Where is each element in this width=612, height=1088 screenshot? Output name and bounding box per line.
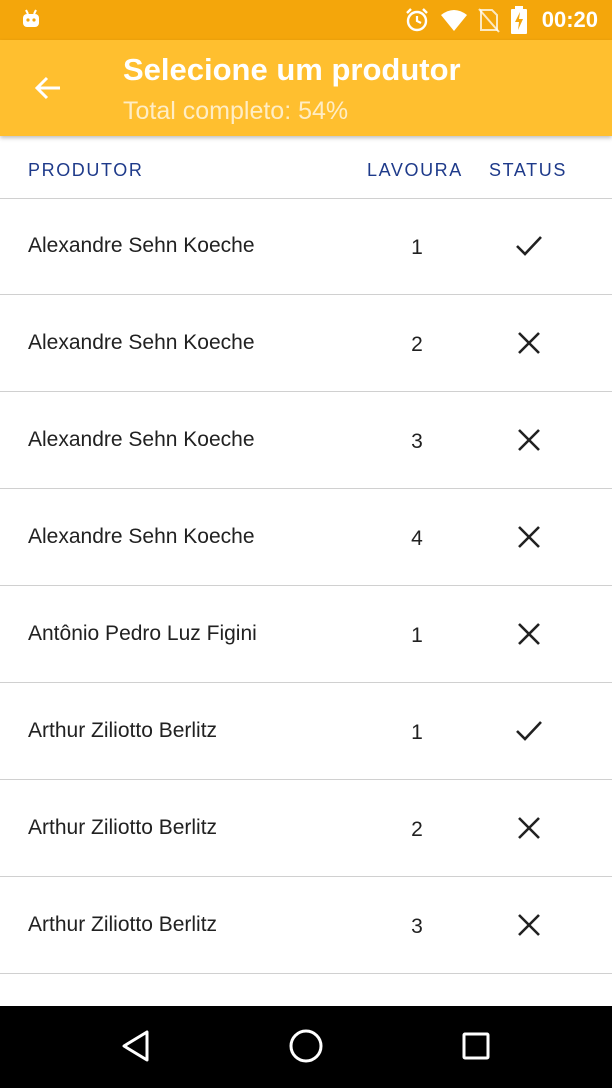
- back-triangle-icon: [122, 1030, 149, 1062]
- nav-recents-button[interactable]: [456, 1026, 496, 1066]
- arrow-back-icon: [34, 76, 60, 100]
- recents-square-icon: [462, 1032, 490, 1060]
- table-row[interactable]: Alexandre Sehn Koeche 3: [0, 392, 612, 489]
- android-icon: [23, 9, 39, 27]
- close-icon: [518, 332, 540, 354]
- column-header-lavoura: LAVOURA: [367, 160, 463, 180]
- app-bar: Selecione um produtor Total completo: 54…: [0, 40, 612, 136]
- lavoura-number: 1: [411, 721, 423, 744]
- nav-back-button[interactable]: [116, 1026, 156, 1066]
- table-row[interactable]: Arthur Ziliotto Berlitz 3: [0, 877, 612, 974]
- column-header-produtor: PRODUTOR: [28, 160, 144, 180]
- no-sim-icon: [477, 8, 500, 33]
- alarm-icon: [405, 8, 428, 32]
- producer-name: Alexandre Sehn Koeche: [28, 428, 255, 451]
- producer-name: Alexandre Sehn Koeche: [28, 234, 255, 257]
- navigation-bar: [0, 1006, 612, 1088]
- close-icon: [518, 526, 540, 548]
- close-icon: [518, 429, 540, 451]
- producer-name: Alexandre Sehn Koeche: [28, 525, 255, 548]
- table-row[interactable]: Antônio Pedro Luz Figini 1: [0, 586, 612, 683]
- table-row[interactable]: Alexandre Sehn Koeche 1: [0, 198, 612, 295]
- lavoura-number: 3: [411, 915, 423, 938]
- lavoura-number: 4: [411, 527, 423, 550]
- producer-name: Antônio Pedro Luz Figini: [28, 622, 257, 645]
- producer-name: Arthur Ziliotto Berlitz: [28, 913, 218, 936]
- nav-home-button[interactable]: [286, 1026, 326, 1066]
- home-circle-icon: [289, 1029, 323, 1063]
- status-time: 00:20: [541, 7, 598, 32]
- status-bar: 00:20: [0, 0, 612, 40]
- table-row[interactable]: Arthur Ziliotto Berlitz 2: [0, 780, 612, 877]
- lavoura-number: 3: [411, 430, 423, 453]
- table-row[interactable]: Alexandre Sehn Koeche 4: [0, 489, 612, 586]
- completion-subtitle: Total completo: 54%: [123, 97, 349, 125]
- lavoura-number: 1: [411, 236, 423, 259]
- wifi-icon: [440, 10, 467, 31]
- page-title: Selecione um produtor: [123, 52, 461, 87]
- table-row[interactable]: Alexandre Sehn Koeche 2: [0, 295, 612, 392]
- producer-name: Arthur Ziliotto Berlitz: [28, 816, 218, 839]
- check-icon: [516, 236, 542, 256]
- lavoura-number: 2: [411, 818, 423, 841]
- back-button[interactable]: [20, 62, 76, 114]
- producer-name: Arthur Ziliotto Berlitz: [28, 719, 218, 742]
- battery-charging-icon: [510, 6, 527, 34]
- table-row[interactable]: Arthur Ziliotto Berlitz 1: [0, 683, 612, 780]
- close-icon: [518, 914, 540, 936]
- close-icon: [518, 623, 540, 645]
- producer-list: Alexandre Sehn Koeche 1 Alexandre Sehn Koe…: [0, 198, 612, 974]
- close-icon: [518, 817, 540, 839]
- table-header: PRODUTOR LAVOURA STATUS: [0, 136, 612, 199]
- lavoura-number: 1: [411, 624, 423, 647]
- check-icon: [516, 721, 542, 741]
- column-header-status: STATUS: [489, 160, 567, 180]
- producer-name: Alexandre Sehn Koeche: [28, 331, 255, 354]
- lavoura-number: 2: [411, 333, 423, 356]
